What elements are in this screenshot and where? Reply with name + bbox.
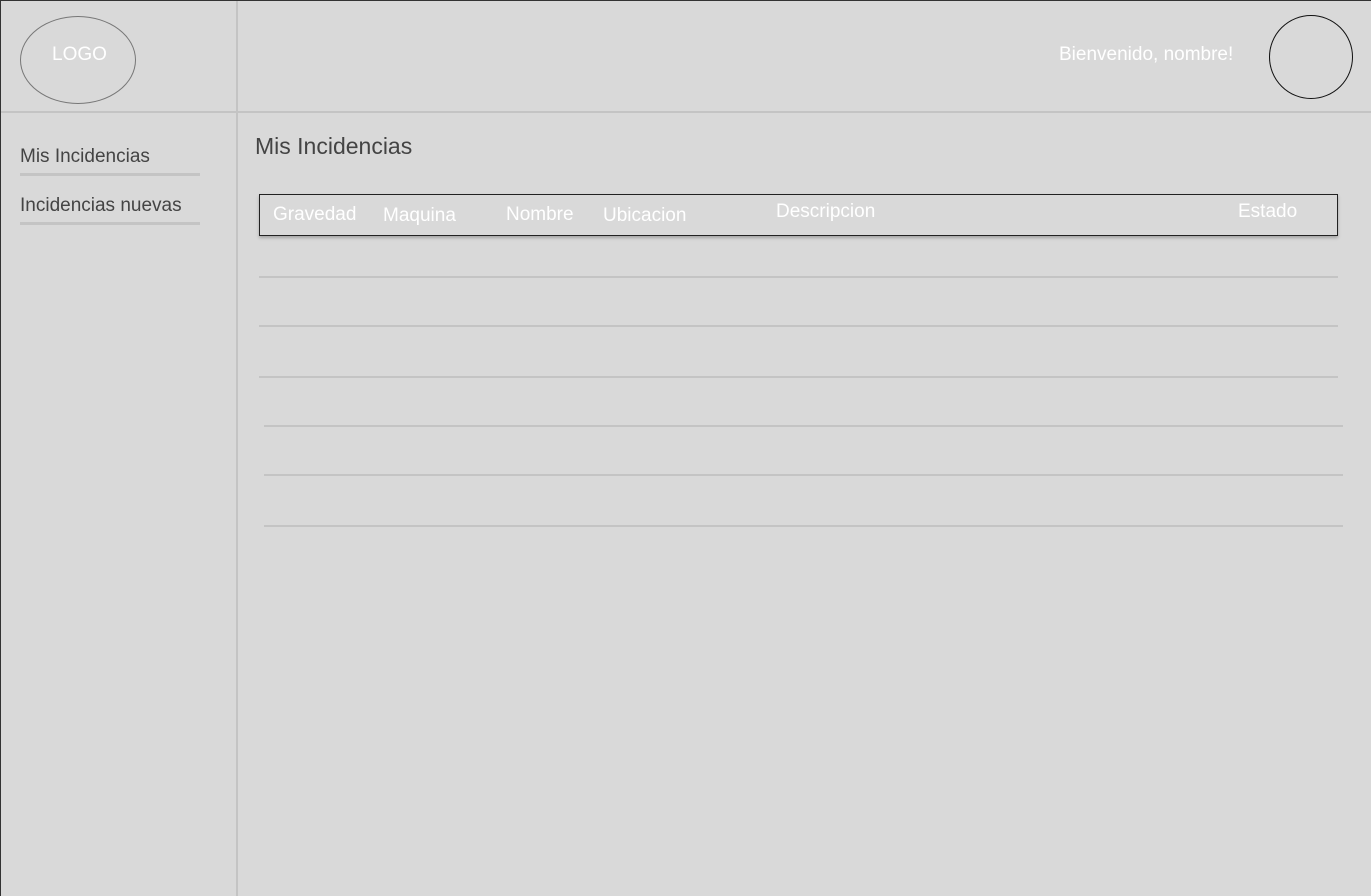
welcome-message: Bienvenido, nombre! — [1059, 44, 1234, 65]
column-header-maquina[interactable]: Maquina — [383, 205, 456, 227]
sidebar-item-incidencias-nuevas[interactable]: Incidencias nuevas — [20, 195, 200, 225]
sidebar-item-mis-incidencias[interactable]: Mis Incidencias — [20, 146, 200, 176]
table-row-divider — [259, 325, 1338, 327]
table-row-divider — [264, 525, 1343, 527]
logo[interactable]: LOGO — [20, 16, 136, 104]
column-header-estado[interactable]: Estado — [1238, 201, 1297, 223]
header-divider — [1, 111, 1371, 113]
table-row-divider — [259, 276, 1338, 278]
table-row-divider — [264, 474, 1343, 476]
table-row-divider — [264, 425, 1343, 427]
avatar[interactable] — [1269, 15, 1353, 99]
app-frame: LOGO Bienvenido, nombre! Mis Incidencias… — [0, 0, 1371, 896]
column-header-gravedad[interactable]: Gravedad — [273, 204, 356, 226]
column-header-ubicacion[interactable]: Ubicacion — [603, 205, 686, 227]
sidebar-divider — [236, 1, 238, 896]
column-header-nombre[interactable]: Nombre — [506, 204, 574, 226]
column-header-descripcion[interactable]: Descripcion — [776, 201, 875, 223]
table-row-divider — [259, 376, 1338, 378]
logo-text: LOGO — [52, 44, 107, 65]
page-title: Mis Incidencias — [255, 133, 413, 159]
table-header: Gravedad Maquina Nombre Ubicacion Descri… — [259, 194, 1338, 236]
